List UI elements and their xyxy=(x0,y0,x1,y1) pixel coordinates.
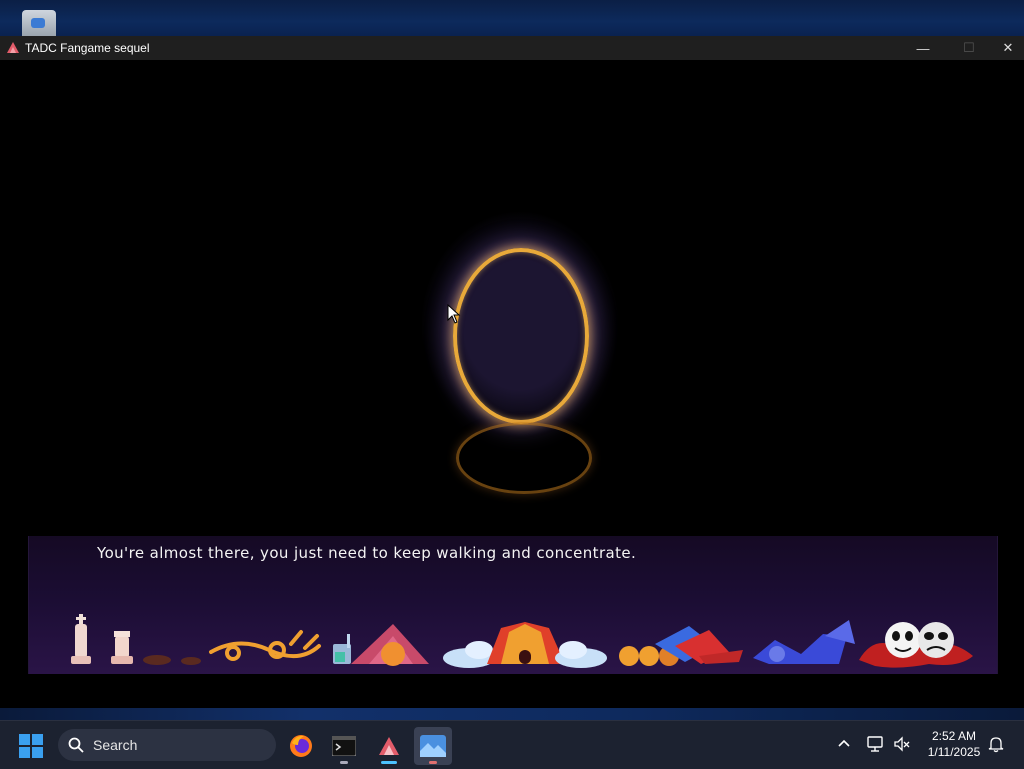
running-indicator xyxy=(340,761,348,764)
blue-creature-icon xyxy=(753,620,855,664)
chevron-up-icon[interactable] xyxy=(836,735,852,751)
portal-reflection xyxy=(456,422,592,494)
clock-date: 1/11/2025 xyxy=(927,745,981,759)
active-indicator xyxy=(381,761,397,764)
taskbar-game-app[interactable] xyxy=(370,727,408,765)
recycle-bin-icon[interactable] xyxy=(22,10,56,36)
taskbar-firefox[interactable] xyxy=(282,727,320,765)
masks-icon xyxy=(859,622,973,668)
search-icon xyxy=(68,737,84,753)
system-clock[interactable]: 2:52 AM 1/11/2025 xyxy=(918,728,990,760)
portal-ring xyxy=(453,248,589,424)
image-viewer-icon xyxy=(420,735,446,757)
taskbar-image-viewer[interactable] xyxy=(414,727,452,765)
notification-bell-icon[interactable] xyxy=(987,735,1005,753)
firefox-icon xyxy=(290,735,312,757)
search-label: Search xyxy=(93,737,138,753)
jester-pile-icon xyxy=(619,626,743,666)
clock-time: 2:52 AM xyxy=(931,729,977,743)
character-decor-strip xyxy=(71,614,973,668)
desktop-background-strip xyxy=(0,708,1024,720)
circus-tent-icon xyxy=(443,622,607,668)
taskbar-terminal[interactable] xyxy=(325,727,363,765)
volume-muted-icon[interactable] xyxy=(892,734,912,754)
taskbar-search[interactable]: Search xyxy=(58,729,276,761)
game-canvas[interactable]: You're almost there, you just need to ke… xyxy=(0,60,1024,708)
window-title: TADC Fangame sequel xyxy=(25,41,150,55)
game-app-icon xyxy=(379,737,399,755)
maximize-button[interactable]: ☐ xyxy=(946,36,992,60)
window-titlebar[interactable]: TADC Fangame sequel — ☐ ✕ xyxy=(0,36,1024,60)
chess-king-icon xyxy=(71,614,91,664)
cup-icon xyxy=(333,634,351,664)
running-indicator xyxy=(429,761,437,764)
dialogue-box[interactable]: You're almost there, you just need to ke… xyxy=(28,536,998,674)
dialogue-text: You're almost there, you just need to ke… xyxy=(97,544,637,562)
tent-icon xyxy=(351,624,429,666)
taskbar: Search 2:52 AM 1/11/2025 xyxy=(0,720,1024,769)
chess-rook-icon xyxy=(111,631,133,664)
network-icon[interactable] xyxy=(866,734,886,754)
terminal-icon xyxy=(332,736,356,756)
golden-chain-icon xyxy=(209,630,321,661)
desktop-background xyxy=(0,0,1024,36)
game-app-icon xyxy=(7,42,19,53)
game-window: TADC Fangame sequel — ☐ ✕ You're almost … xyxy=(0,36,1024,708)
windows-start-icon[interactable] xyxy=(18,733,44,759)
mouse-cursor-icon xyxy=(447,304,461,324)
close-button[interactable]: ✕ xyxy=(992,36,1024,60)
minimize-button[interactable]: — xyxy=(900,36,946,60)
